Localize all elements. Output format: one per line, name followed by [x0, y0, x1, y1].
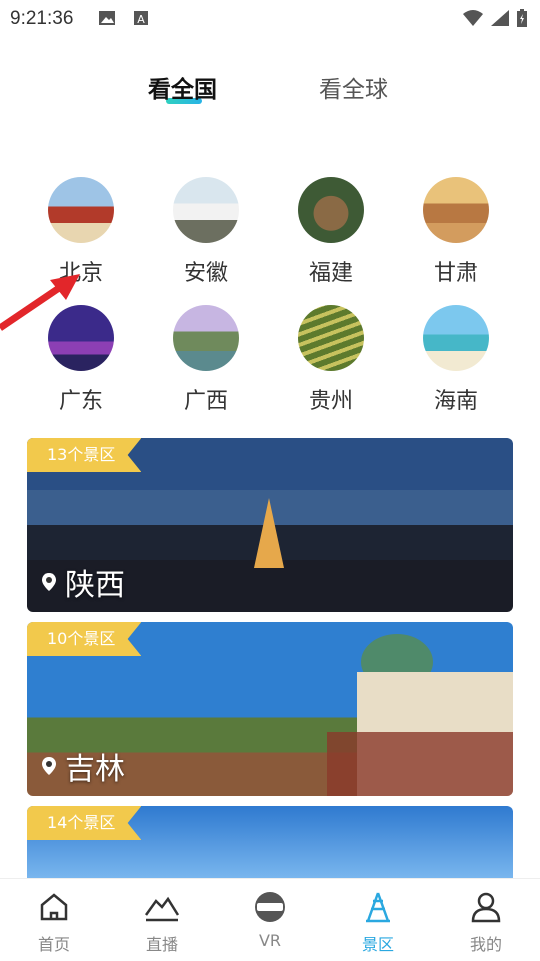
province-fujian[interactable]: 福建	[276, 177, 386, 287]
nav-live[interactable]: 直播	[122, 891, 202, 955]
province-guangxi[interactable]: 广西	[151, 305, 261, 415]
wifi-icon	[463, 10, 483, 26]
location-pin-icon	[42, 573, 56, 591]
scenic-card-third[interactable]: 14个景区	[27, 806, 513, 878]
signal-icon	[491, 10, 509, 26]
nav-label: VR	[258, 931, 282, 950]
nav-vr[interactable]: VR	[230, 891, 310, 950]
scenic-card-shaanxi[interactable]: 13个景区 陕西	[27, 438, 513, 612]
live-icon	[144, 896, 180, 922]
tab-global[interactable]: 看全球	[319, 70, 388, 104]
province-name: 海南	[433, 389, 478, 414]
card-caption: 吉林	[41, 744, 125, 788]
nav-home[interactable]: 首页	[14, 891, 94, 955]
status-time: 9:21:36	[10, 8, 74, 29]
region-tabs: 看全国 看全球	[0, 70, 540, 110]
province-hainan[interactable]: 海南	[401, 305, 511, 415]
card-title: 吉林	[65, 752, 125, 787]
anhui-thumbnail	[173, 177, 239, 243]
nav-label: 我的	[469, 935, 502, 954]
hainan-thumbnail	[423, 305, 489, 371]
province-name: 贵州	[308, 389, 353, 414]
building-photo	[327, 634, 513, 796]
home-icon	[40, 893, 68, 921]
card-title: 陕西	[65, 568, 125, 603]
province-gansu[interactable]: 甘肃	[401, 177, 511, 287]
status-icons	[462, 6, 528, 30]
location-pin-icon	[42, 757, 56, 775]
province-name: 广东	[58, 389, 103, 414]
scenic-count-badge: 13个景区	[27, 438, 142, 472]
image-notification-icon	[99, 11, 115, 25]
gansu-thumbnail	[423, 177, 489, 243]
pagoda-photo	[254, 498, 284, 568]
vr-icon	[255, 892, 285, 922]
beijing-thumbnail	[48, 177, 114, 243]
scenic-card-jilin[interactable]: 10个景区 吉林	[27, 622, 513, 796]
nav-label: 直播	[145, 935, 178, 954]
profile-icon	[471, 892, 501, 923]
nav-label: 景区	[361, 935, 394, 954]
status-bar: 9:21:36 A	[0, 0, 540, 36]
bottom-navigation: 首页 直播 VR 景区 我的	[0, 878, 540, 961]
nav-profile[interactable]: 我的	[446, 891, 526, 955]
card-caption: 陕西	[41, 560, 125, 604]
app-notification-icon: A	[134, 11, 148, 26]
nav-scenic[interactable]: 景区	[338, 891, 418, 955]
province-guizhou[interactable]: 贵州	[276, 305, 386, 415]
province-name: 安徽	[183, 261, 228, 286]
scenic-tower-icon	[366, 892, 390, 923]
province-name: 广西	[183, 389, 228, 414]
nav-label: 首页	[37, 935, 70, 954]
guangxi-thumbnail	[173, 305, 239, 371]
guizhou-thumbnail	[298, 305, 364, 371]
province-name: 甘肃	[433, 261, 478, 286]
scenic-count-badge: 10个景区	[27, 622, 142, 656]
province-name: 福建	[308, 261, 353, 286]
battery-icon	[517, 9, 527, 27]
tab-national[interactable]: 看全国	[148, 70, 217, 104]
annotation-arrow-icon	[0, 274, 80, 331]
svg-text:A: A	[137, 13, 145, 26]
fujian-thumbnail	[298, 177, 364, 243]
province-anhui[interactable]: 安徽	[151, 177, 261, 287]
scenic-count-badge: 14个景区	[27, 806, 142, 840]
